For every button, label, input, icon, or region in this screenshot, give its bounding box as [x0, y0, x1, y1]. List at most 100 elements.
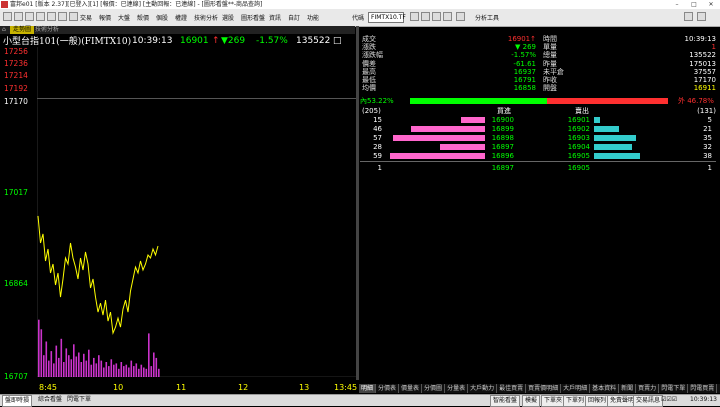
menu-custom[interactable]: 自訂 [288, 13, 300, 22]
menu-screener[interactable]: 選股 [222, 13, 234, 22]
volume-bar [113, 364, 115, 377]
toolbar-icon-9[interactable] [421, 12, 430, 21]
volume-bar [125, 364, 128, 377]
toolbar-icon-1[interactable] [3, 12, 12, 21]
toolbar-icon-4[interactable] [36, 12, 45, 21]
bid-volume-bar [439, 144, 485, 150]
simulate-button[interactable]: 模擬 [522, 395, 541, 407]
bottom-tab[interactable]: 最佳買賣 [497, 384, 527, 393]
bottom-tab[interactable]: 基本資料 [590, 384, 620, 393]
bottom-tab[interactable]: 閃電下單 [659, 384, 689, 393]
menu-function[interactable]: 功能 [307, 13, 319, 22]
cursor-icon[interactable] [456, 12, 465, 21]
tab-trend[interactable]: 走勢圖 [10, 26, 34, 34]
quote-value: 1 [711, 43, 716, 52]
volume-bar [155, 357, 158, 377]
volume-bar [108, 366, 110, 377]
bid-price: 16898 [491, 134, 514, 142]
toolbar-icon-12[interactable] [684, 12, 693, 21]
bottom-tab[interactable]: 買賣力 [636, 384, 660, 393]
toolbar-icon-11[interactable] [443, 12, 452, 21]
bottom-tab[interactable]: 買賣價明細 [526, 384, 562, 393]
bottom-tab[interactable]: 大戶動力 [468, 384, 498, 393]
inner-pct-label: 內53.22% [360, 97, 394, 105]
bid-price: 16900 [491, 116, 514, 124]
status-clock: 10:39:13 [690, 396, 717, 403]
bottom-tab[interactable]: 閃電買賣 [688, 384, 718, 393]
toolbar-icon-2[interactable] [14, 12, 23, 21]
quote-value: ▼ 269 [515, 43, 536, 52]
panel-divider[interactable] [356, 26, 359, 380]
toolbar-icon-6[interactable] [58, 12, 67, 21]
code-input[interactable]: FIMTX10.TF [368, 12, 406, 23]
bid-qty: 28 [373, 143, 382, 151]
ask-price: 16903 [567, 134, 590, 142]
order-bar-button[interactable]: 下單列 [563, 395, 588, 407]
inner-bar [410, 98, 548, 104]
close-icon[interactable]: ✕ [703, 0, 719, 9]
menu-warrant[interactable]: 權證 [175, 13, 187, 22]
bottom-tab[interactable]: 新聞 [619, 384, 637, 393]
bid-price: 16897 [491, 143, 514, 151]
bottom-tab[interactable]: 大戶明細 [561, 384, 591, 393]
quote-label: 最低 [362, 76, 376, 84]
ask-qty: 35 [703, 134, 712, 142]
header-up-arrow-icon: ↑ [212, 36, 220, 46]
bottom-tab[interactable]: 明細 [359, 384, 377, 393]
bottom-tab[interactable]: 分價圖 [422, 384, 446, 393]
menu-chart[interactable]: 圖形看盤 [241, 13, 265, 22]
quote-value: 16911 [693, 84, 716, 93]
menu-info[interactable]: 資訊 [269, 13, 281, 22]
bid-total-qty: 1 [377, 164, 382, 172]
volume-bar [48, 360, 50, 377]
header-volume: 135522 [296, 36, 331, 46]
bottom-tab[interactable]: 分量表 [445, 384, 469, 393]
smart-watch-button[interactable]: 智能看盤 [490, 395, 521, 407]
y-label-mid: 17017 [4, 188, 28, 197]
bottom-tab[interactable]: 價量表 [399, 384, 423, 393]
report-bar-button[interactable]: 回報列 [585, 395, 610, 407]
maximize-icon[interactable]: □ [686, 0, 702, 9]
minimize-icon[interactable]: – [669, 0, 685, 9]
y-label-low: 16864 [4, 279, 28, 288]
price-chart[interactable] [37, 47, 356, 377]
volume-bar [93, 357, 95, 377]
order-folder-button[interactable]: 下單夾 [541, 395, 566, 407]
menu-trade[interactable]: 交易 [80, 13, 92, 22]
bottom-tab[interactable]: 分價表 [376, 384, 400, 393]
toolbar-icon-7[interactable] [69, 12, 78, 21]
menu-stock[interactable]: 個股 [156, 13, 168, 22]
menu-quote[interactable]: 報價 [99, 13, 111, 22]
menu-technical[interactable]: 技術分析 [194, 13, 218, 22]
volume-bar [105, 362, 108, 377]
volume-bar [78, 352, 80, 377]
volume-bar [135, 363, 138, 377]
home-icon[interactable]: ⌂ [2, 26, 6, 34]
volume-bar [118, 368, 120, 377]
status-tab-flash-order[interactable]: 閃電下單 [67, 395, 91, 405]
quote-value: 16937 [513, 67, 536, 76]
status-bar: 盤即時損 綜合看盤 閃電下單 智能看盤 模擬 下單夾 下單列 回報列 免責聲明 … [0, 394, 720, 407]
menu-shell[interactable]: 殼價 [137, 13, 149, 22]
ask-count: (131) [697, 107, 716, 115]
header-box-icon: □ [333, 36, 342, 46]
quote-value: 16791 [513, 76, 536, 84]
menu-market[interactable]: 大盤 [118, 13, 130, 22]
trade-message-button[interactable]: 交易訊息 [633, 395, 664, 407]
toolbar-icon-13[interactable] [697, 12, 706, 21]
volume-bar [75, 356, 78, 377]
status-tab-overview[interactable]: 綜合看盤 [38, 395, 62, 405]
tab-technical[interactable]: 技術分析 [35, 26, 59, 34]
menu-analysis-tools[interactable]: 分析工具 [475, 13, 499, 22]
header-change: ▼269 [221, 36, 246, 46]
status-tab-main[interactable]: 盤即時損 [2, 395, 33, 407]
quote-label: 昨量 [543, 59, 557, 68]
toolbar-icon-5[interactable] [47, 12, 56, 21]
volume-bar [43, 355, 45, 377]
toolbar-icon-3[interactable] [25, 12, 34, 21]
toolbar-icon-10[interactable] [432, 12, 441, 21]
volume-bar [133, 366, 135, 377]
bid-price: 16896 [491, 152, 514, 160]
toolbar-icon-8[interactable] [410, 12, 419, 21]
volume-bar [83, 353, 85, 377]
